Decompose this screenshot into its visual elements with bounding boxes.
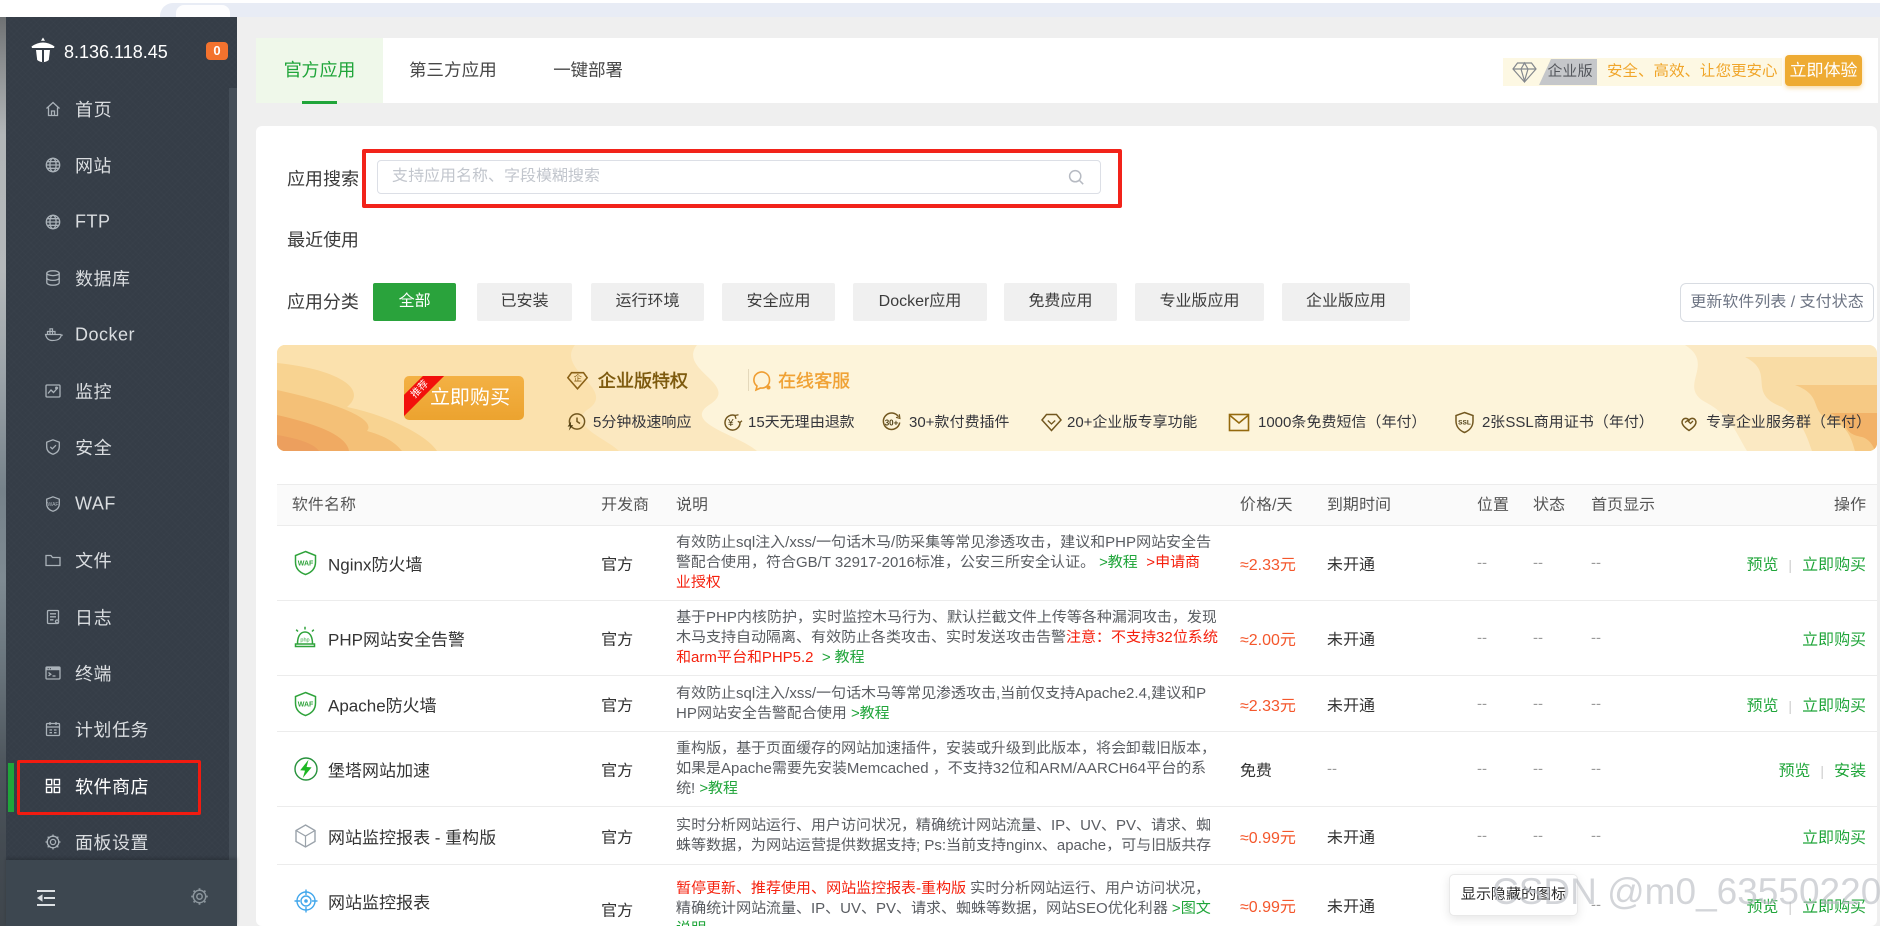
svg-text:WAF: WAF [48, 502, 59, 508]
svg-text:WAF: WAF [298, 561, 314, 568]
svg-text:30+: 30+ [885, 419, 899, 428]
svg-text:WAF: WAF [298, 701, 314, 708]
svg-text:SSL: SSL [1458, 420, 1471, 427]
svg-text:php: php [300, 638, 309, 644]
svg-text:企: 企 [573, 372, 582, 384]
svg-text:¥: ¥ [727, 418, 734, 429]
